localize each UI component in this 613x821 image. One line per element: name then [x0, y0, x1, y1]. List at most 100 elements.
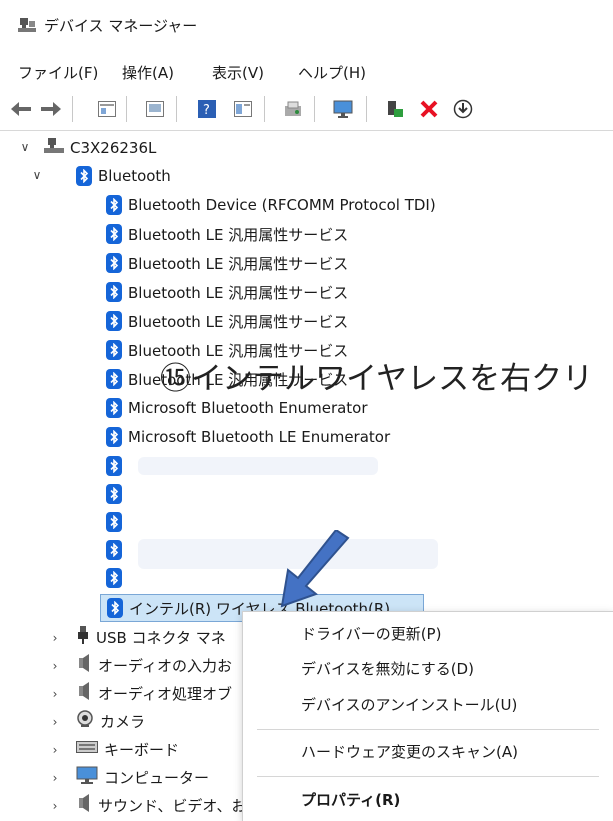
tree-item-device[interactable]: Microsoft Bluetooth LE Enumerator [106, 424, 390, 450]
device-label: Bluetooth Device (RFCOMM Protocol TDI) [128, 196, 436, 214]
tree-item-device-obscured[interactable] [106, 453, 122, 479]
bluetooth-icon [106, 253, 122, 273]
device-manager-icon [18, 16, 36, 38]
bluetooth-icon [106, 369, 122, 389]
category-label: サウンド、ビデオ、お [98, 796, 247, 815]
chevron-down-icon[interactable]: ∨ [30, 168, 44, 182]
camera-icon [76, 710, 94, 732]
tree-item-device-obscured[interactable] [106, 509, 122, 535]
bluetooth-icon [106, 311, 122, 331]
bluetooth-icon [106, 512, 122, 532]
bluetooth-icon [106, 540, 122, 560]
instruction-annotation: ⑮インテルワイヤレスを右クリ [160, 361, 594, 397]
menu-separator [257, 729, 599, 730]
tree-item-computer-category[interactable]: コンピューター [76, 764, 209, 790]
chevron-right-icon[interactable]: › [48, 743, 62, 757]
title-bar: デバイス マネージャー [0, 0, 613, 52]
chevron-right-icon[interactable]: › [48, 799, 62, 813]
bluetooth-icon [106, 427, 122, 447]
category-label: オーディオ処理オブ [98, 684, 232, 703]
chevron-right-icon[interactable]: › [48, 715, 62, 729]
bluetooth-icon [106, 568, 122, 588]
device-label: Microsoft Bluetooth LE Enumerator [128, 428, 391, 446]
help-icon[interactable]: ? [196, 98, 218, 120]
tree-item-usb-connector[interactable]: USB コネクタ マネ [76, 624, 226, 650]
speaker-icon [76, 654, 92, 676]
tree-item-computer[interactable]: C3X26236L [44, 135, 156, 161]
tree-item-audio-processing[interactable]: オーディオ処理オブ [76, 680, 232, 706]
menu-view[interactable]: 表示(V) [212, 62, 264, 83]
uninstall-icon[interactable] [418, 98, 440, 120]
toolbar-separator [126, 96, 127, 122]
svg-text:?: ? [203, 103, 210, 118]
computer-name: C3X26236L [70, 139, 157, 157]
bluetooth-icon [106, 456, 122, 476]
tree-item-camera[interactable]: カメラ [76, 708, 145, 734]
bluetooth-icon [106, 224, 122, 244]
add-driver-icon[interactable] [384, 98, 406, 120]
speaker-icon [76, 794, 92, 816]
chevron-down-icon[interactable]: ∨ [18, 140, 32, 154]
tree-item-sound-video[interactable]: サウンド、ビデオ、お [76, 792, 247, 818]
download-icon[interactable] [452, 98, 474, 120]
category-label: オーディオの入力お [98, 656, 232, 675]
toolbar-separator [264, 96, 265, 122]
context-menu: ドライバーの更新(P) デバイスを無効にする(D) デバイスのアンインストール(… [242, 611, 613, 821]
properties-icon[interactable] [96, 98, 118, 120]
bluetooth-icon [106, 195, 122, 215]
category-label: カメラ [100, 712, 146, 731]
menu-item-uninstall-device[interactable]: デバイスのアンインストール(U) [301, 694, 517, 715]
category-label: キーボード [104, 740, 180, 759]
tree-item-device-obscured[interactable] [106, 565, 122, 591]
pointer-arrow-icon [280, 530, 350, 608]
redaction-mark [138, 457, 378, 475]
scan-icon[interactable] [282, 98, 304, 120]
tree-item-device-obscured[interactable] [106, 537, 122, 563]
back-icon[interactable] [10, 98, 32, 120]
menu-item-disable-device[interactable]: デバイスを無効にする(D) [301, 658, 474, 679]
device-label: Bluetooth LE 汎用属性サービス [128, 283, 349, 302]
toolbar-separator [366, 96, 367, 122]
menu-help[interactable]: ヘルプ(H) [298, 62, 366, 83]
tree-item-device-obscured[interactable] [106, 481, 122, 507]
menu-action[interactable]: 操作(A) [122, 62, 174, 83]
tree-item-device[interactable]: Bluetooth LE 汎用属性サービス [106, 250, 348, 276]
menu-file[interactable]: ファイル(F) [18, 62, 98, 83]
tree-item-device[interactable]: Bluetooth Device (RFCOMM Protocol TDI) [106, 192, 436, 218]
toolbar: ? [0, 90, 613, 131]
device-label: Bluetooth LE 汎用属性サービス [128, 225, 349, 244]
toolbar-separator [72, 96, 73, 122]
chevron-right-icon[interactable]: › [48, 771, 62, 785]
bluetooth-icon [106, 340, 122, 360]
chevron-right-icon[interactable]: › [48, 631, 62, 645]
speaker-icon [76, 682, 92, 704]
usb-icon [76, 626, 90, 648]
toolbar-separator [176, 96, 177, 122]
tree-item-device[interactable]: Bluetooth LE 汎用属性サービス [106, 279, 348, 305]
monitor-icon[interactable] [332, 98, 354, 120]
chevron-right-icon[interactable]: › [48, 687, 62, 701]
chevron-right-icon[interactable]: › [48, 659, 62, 673]
tree-item-device[interactable]: Microsoft Bluetooth Enumerator [106, 395, 368, 421]
update-driver-icon[interactable] [144, 98, 166, 120]
bluetooth-icon [106, 398, 122, 418]
bluetooth-icon [76, 166, 92, 186]
category-label: USB コネクタ マネ [96, 628, 226, 647]
tree-item-audio-input[interactable]: オーディオの入力お [76, 652, 232, 678]
menu-item-properties[interactable]: プロパティ(R) [301, 789, 400, 810]
device-label: Bluetooth LE 汎用属性サービス [128, 254, 349, 273]
category-label: コンピューター [104, 768, 210, 787]
tree-item-device[interactable]: Bluetooth LE 汎用属性サービス [106, 308, 348, 334]
toolbar-separator [314, 96, 315, 122]
menu-item-scan-hardware[interactable]: ハードウェア変更のスキャン(A) [301, 741, 518, 762]
menu-item-update-driver[interactable]: ドライバーの更新(P) [301, 623, 441, 644]
view-icon[interactable] [232, 98, 254, 120]
tree-item-keyboard[interactable]: キーボード [76, 736, 179, 762]
forward-icon[interactable] [40, 98, 62, 120]
tree-item-device[interactable]: Bluetooth LE 汎用属性サービス [106, 221, 348, 247]
window-title: デバイス マネージャー [44, 17, 198, 35]
bluetooth-icon [106, 484, 122, 504]
bluetooth-category-label: Bluetooth [98, 167, 171, 185]
tree-item-bluetooth[interactable]: Bluetooth [76, 163, 171, 189]
menu-separator [257, 776, 599, 777]
